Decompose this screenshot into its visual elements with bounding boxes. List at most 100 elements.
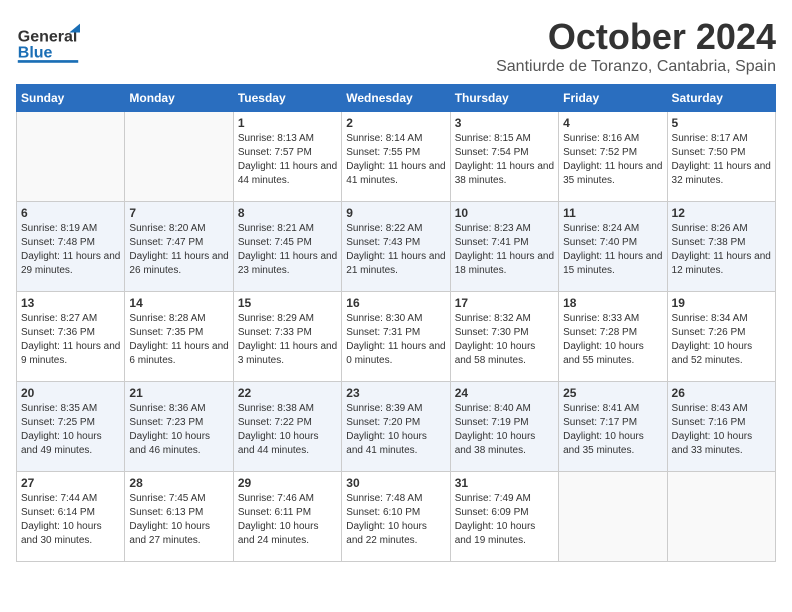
day-number: 12 [672, 206, 771, 220]
calendar-cell: 10 Sunrise: 8:23 AM Sunset: 7:41 PM Dayli… [450, 202, 558, 292]
calendar-cell: 12Sunrise: 8:26 AM Sunset: 7:38 PM Dayli… [667, 202, 775, 292]
day-info: Sunrise: 8:30 AM Sunset: 7:31 PM Dayligh… [346, 312, 445, 368]
day-info: Sunrise: 8:13 AM Sunset: 7:57 PM Dayligh… [238, 132, 337, 188]
weekday-header-friday: Friday [559, 85, 667, 112]
logo-svg: General Blue [16, 16, 96, 66]
calendar-table: SundayMondayTuesdayWednesdayThursdayFrid… [16, 84, 776, 562]
calendar-cell: 11 Sunrise: 8:24 AM Sunset: 7:40 PM Dayli… [559, 202, 667, 292]
calendar-week-row: 27Sunrise: 7:44 AM Sunset: 6:14 PM Dayli… [17, 472, 776, 562]
day-info: Sunrise: 8:24 AM Sunset: 7:40 PM Dayligh… [563, 222, 662, 278]
day-info: Sunrise: 8:14 AM Sunset: 7:55 PM Dayligh… [346, 132, 445, 188]
day-info: Sunrise: 8:19 AM Sunset: 7:48 PM Dayligh… [21, 222, 120, 278]
calendar-cell: 22 Sunrise: 8:38 AM Sunset: 7:22 PM Dayli… [233, 382, 341, 472]
calendar-cell [17, 112, 125, 202]
day-number: 9 [346, 206, 445, 220]
day-number: 17 [455, 296, 554, 310]
calendar-cell: 26 Sunrise: 8:43 AM Sunset: 7:16 PM Dayli… [667, 382, 775, 472]
weekday-header-saturday: Saturday [667, 85, 775, 112]
day-number: 27 [21, 476, 120, 490]
calendar-week-row: 13 Sunrise: 8:27 AM Sunset: 7:36 PM Dayli… [17, 292, 776, 382]
day-info: Sunrise: 8:27 AM Sunset: 7:36 PM Dayligh… [21, 312, 120, 368]
calendar-cell: 7 Sunrise: 8:20 AM Sunset: 7:47 PM Daylig… [125, 202, 233, 292]
day-info: Sunrise: 8:17 AM Sunset: 7:50 PM Dayligh… [672, 132, 771, 188]
day-number: 8 [238, 206, 337, 220]
calendar-week-row: 20 Sunrise: 8:35 AM Sunset: 7:25 PM Dayli… [17, 382, 776, 472]
calendar-cell: 31 Sunrise: 7:49 AM Sunset: 6:09 PM Dayli… [450, 472, 558, 562]
calendar-cell: 15 Sunrise: 8:29 AM Sunset: 7:33 PM Dayli… [233, 292, 341, 382]
weekday-header-thursday: Thursday [450, 85, 558, 112]
calendar-cell: 21Sunrise: 8:36 AM Sunset: 7:23 PM Dayli… [125, 382, 233, 472]
weekday-header-row: SundayMondayTuesdayWednesdayThursdayFrid… [17, 85, 776, 112]
calendar-cell: 2 Sunrise: 8:14 AM Sunset: 7:55 PM Daylig… [342, 112, 450, 202]
day-number: 4 [563, 116, 662, 130]
weekday-header-sunday: Sunday [17, 85, 125, 112]
day-number: 31 [455, 476, 554, 490]
calendar-cell: 16 Sunrise: 8:30 AM Sunset: 7:31 PM Dayli… [342, 292, 450, 382]
day-info: Sunrise: 8:41 AM Sunset: 7:17 PM Dayligh… [563, 402, 662, 458]
calendar-week-row: 1 Sunrise: 8:13 AM Sunset: 7:57 PM Daylig… [17, 112, 776, 202]
day-number: 29 [238, 476, 337, 490]
calendar-cell: 14Sunrise: 8:28 AM Sunset: 7:35 PM Dayli… [125, 292, 233, 382]
calendar-cell [667, 472, 775, 562]
month-title: October 2024 [496, 16, 776, 58]
day-number: 10 [455, 206, 554, 220]
svg-text:Blue: Blue [18, 44, 53, 61]
calendar-cell: 9 Sunrise: 8:22 AM Sunset: 7:43 PM Daylig… [342, 202, 450, 292]
day-info: Sunrise: 7:46 AM Sunset: 6:11 PM Dayligh… [238, 492, 337, 548]
calendar-cell: 25Sunrise: 8:41 AM Sunset: 7:17 PM Dayli… [559, 382, 667, 472]
day-info: Sunrise: 8:35 AM Sunset: 7:25 PM Dayligh… [21, 402, 120, 458]
calendar-body: 1 Sunrise: 8:13 AM Sunset: 7:57 PM Daylig… [17, 112, 776, 562]
title-section: October 2024 Santiurde de Toranzo, Canta… [496, 16, 776, 76]
day-number: 22 [238, 386, 337, 400]
calendar-cell: 29 Sunrise: 7:46 AM Sunset: 6:11 PM Dayli… [233, 472, 341, 562]
day-number: 14 [129, 296, 228, 310]
day-info: Sunrise: 8:36 AM Sunset: 7:23 PM Dayligh… [129, 402, 228, 458]
page-header: General Blue October 2024 Santiurde de T… [16, 16, 776, 76]
day-number: 7 [129, 206, 228, 220]
day-number: 13 [21, 296, 120, 310]
location-subtitle: Santiurde de Toranzo, Cantabria, Spain [496, 58, 776, 76]
day-number: 23 [346, 386, 445, 400]
calendar-header: SundayMondayTuesdayWednesdayThursdayFrid… [17, 85, 776, 112]
day-number: 20 [21, 386, 120, 400]
day-number: 5 [672, 116, 771, 130]
day-info: Sunrise: 8:22 AM Sunset: 7:43 PM Dayligh… [346, 222, 445, 278]
day-number: 2 [346, 116, 445, 130]
calendar-week-row: 6 Sunrise: 8:19 AM Sunset: 7:48 PM Daylig… [17, 202, 776, 292]
calendar-cell: 30Sunrise: 7:48 AM Sunset: 6:10 PM Dayli… [342, 472, 450, 562]
day-number: 1 [238, 116, 337, 130]
day-number: 24 [455, 386, 554, 400]
calendar-cell: 17 Sunrise: 8:32 AM Sunset: 7:30 PM Dayli… [450, 292, 558, 382]
calendar-cell: 23Sunrise: 8:39 AM Sunset: 7:20 PM Dayli… [342, 382, 450, 472]
day-number: 6 [21, 206, 120, 220]
logo: General Blue [16, 16, 96, 66]
day-number: 3 [455, 116, 554, 130]
calendar-cell: 1 Sunrise: 8:13 AM Sunset: 7:57 PM Daylig… [233, 112, 341, 202]
calendar-cell: 4Sunrise: 8:16 AM Sunset: 7:52 PM Daylig… [559, 112, 667, 202]
day-number: 26 [672, 386, 771, 400]
day-number: 15 [238, 296, 337, 310]
calendar-cell: 20 Sunrise: 8:35 AM Sunset: 7:25 PM Dayli… [17, 382, 125, 472]
day-info: Sunrise: 8:38 AM Sunset: 7:22 PM Dayligh… [238, 402, 337, 458]
day-info: Sunrise: 8:15 AM Sunset: 7:54 PM Dayligh… [455, 132, 554, 188]
weekday-header-wednesday: Wednesday [342, 85, 450, 112]
day-info: Sunrise: 7:49 AM Sunset: 6:09 PM Dayligh… [455, 492, 554, 548]
day-info: Sunrise: 8:34 AM Sunset: 7:26 PM Dayligh… [672, 312, 771, 368]
day-number: 11 [563, 206, 662, 220]
calendar-cell: 8 Sunrise: 8:21 AM Sunset: 7:45 PM Daylig… [233, 202, 341, 292]
day-info: Sunrise: 8:21 AM Sunset: 7:45 PM Dayligh… [238, 222, 337, 278]
day-number: 28 [129, 476, 228, 490]
day-number: 18 [563, 296, 662, 310]
calendar-cell [559, 472, 667, 562]
calendar-cell: 18Sunrise: 8:33 AM Sunset: 7:28 PM Dayli… [559, 292, 667, 382]
day-number: 16 [346, 296, 445, 310]
day-info: Sunrise: 8:32 AM Sunset: 7:30 PM Dayligh… [455, 312, 554, 368]
day-number: 30 [346, 476, 445, 490]
day-info: Sunrise: 8:20 AM Sunset: 7:47 PM Dayligh… [129, 222, 228, 278]
day-info: Sunrise: 8:43 AM Sunset: 7:16 PM Dayligh… [672, 402, 771, 458]
calendar-cell: 5 Sunrise: 8:17 AM Sunset: 7:50 PM Daylig… [667, 112, 775, 202]
day-info: Sunrise: 8:23 AM Sunset: 7:41 PM Dayligh… [455, 222, 554, 278]
calendar-cell [125, 112, 233, 202]
weekday-header-monday: Monday [125, 85, 233, 112]
day-info: Sunrise: 8:29 AM Sunset: 7:33 PM Dayligh… [238, 312, 337, 368]
